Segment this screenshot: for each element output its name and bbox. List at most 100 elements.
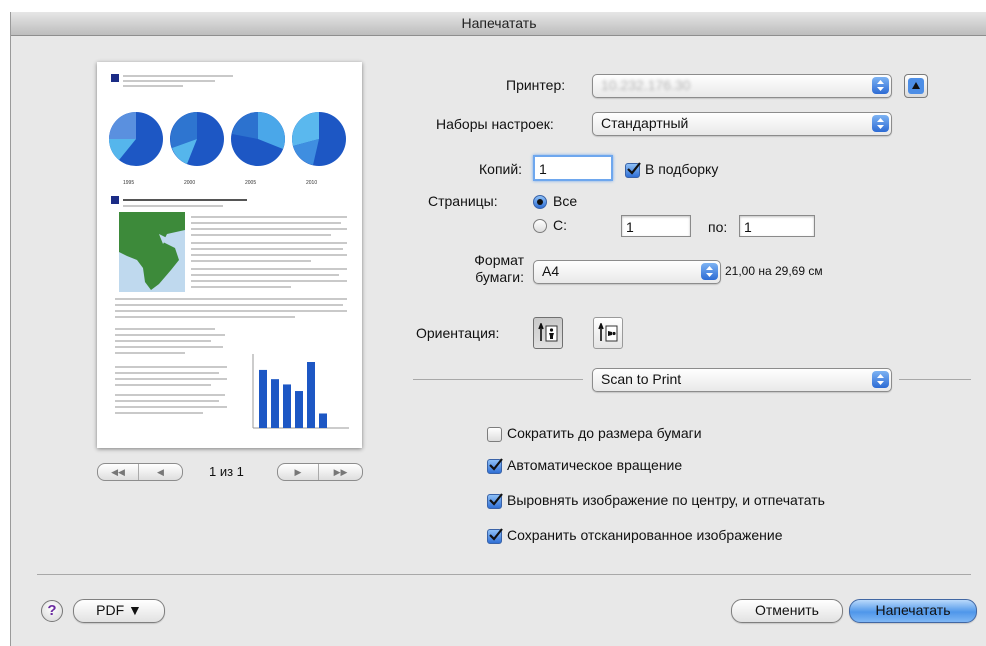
auto-rotate-checkbox[interactable] <box>487 458 503 474</box>
preview-map-shape <box>119 212 185 290</box>
preview-text-line <box>191 228 347 230</box>
preview-map-image <box>119 212 185 292</box>
preview-text-line <box>191 286 291 288</box>
collapse-details-button[interactable] <box>904 74 928 98</box>
portrait-icon <box>538 323 558 342</box>
preview-text-line <box>123 80 215 82</box>
printer-label: Принтер: <box>506 77 566 93</box>
checkmark-icon <box>627 162 641 175</box>
preview-pie-charts <box>108 112 346 166</box>
stepper-arrows-icon <box>872 115 889 132</box>
settings-section-value: Scan to Print <box>601 371 682 387</box>
preview-pie <box>292 112 346 166</box>
print-dialog: Напечатать 1995 2000 2005 2010 ◀◀ ◀ 1 из… <box>10 12 986 646</box>
footer-divider <box>37 574 971 575</box>
collate-label: В подборку <box>645 161 719 177</box>
pages-range-radio[interactable] <box>533 219 547 233</box>
preview-bars <box>259 362 327 428</box>
page-indicator: 1 из 1 <box>209 464 244 479</box>
preview-bar <box>307 362 315 428</box>
preview-rule <box>123 199 247 201</box>
preview-text-line <box>115 406 227 408</box>
preview-text-line <box>115 346 223 348</box>
pdf-menu-button[interactable]: PDF ▼ <box>73 599 165 623</box>
pages-to-input[interactable]: 1 <box>739 215 815 237</box>
preview-bar <box>271 379 279 428</box>
section-divider-right <box>899 379 971 380</box>
preview-pie <box>108 112 163 166</box>
checkmark-icon <box>489 493 503 506</box>
preview-text-line <box>191 248 343 250</box>
landscape-icon <box>598 323 618 342</box>
orientation-label: Ориентация: <box>416 325 500 341</box>
triangle-up-icon <box>908 78 924 94</box>
pages-to-label: по: <box>708 219 728 235</box>
preview-text-line <box>115 352 185 354</box>
preview-pie <box>170 112 224 166</box>
preview-text-line <box>115 378 227 380</box>
stepper-arrows-icon <box>872 77 889 94</box>
preview-text-line <box>123 205 223 207</box>
pages-from-input[interactable]: 1 <box>621 215 691 237</box>
presets-label: Наборы настроек: <box>436 116 554 132</box>
preview-text-line <box>115 334 225 336</box>
preview-text-line <box>115 372 219 374</box>
preview-bar-chart <box>252 354 349 429</box>
print-button[interactable]: Напечатать <box>849 599 977 623</box>
preview-bar <box>259 369 267 428</box>
preview-text-line <box>115 316 295 318</box>
last-page-button[interactable]: ▶▶ <box>319 464 362 480</box>
preview-text-line <box>115 412 203 414</box>
preview-text-line <box>191 234 331 236</box>
center-image-checkbox[interactable] <box>487 493 503 509</box>
preview-pie-label: 1995 <box>123 180 135 186</box>
preview-bar <box>283 384 291 428</box>
copies-input[interactable]: 1 <box>533 155 613 181</box>
preview-text-line <box>115 400 219 402</box>
paper-size-label: Формат бумаги: <box>461 252 524 286</box>
portrait-orientation-button[interactable] <box>533 317 563 349</box>
preview-text-line <box>115 394 225 396</box>
preview-bar <box>295 391 303 428</box>
preview-text-line <box>191 274 339 276</box>
printer-select[interactable]: 10.232.176.30 <box>592 74 892 98</box>
preview-text-line <box>191 268 347 270</box>
preview-text-line <box>115 298 347 300</box>
previous-page-button[interactable]: ◀ <box>139 464 182 480</box>
printer-value: 10.232.176.30 <box>601 77 691 93</box>
presets-select[interactable]: Стандартный <box>592 112 892 136</box>
first-page-button[interactable]: ◀◀ <box>98 464 139 480</box>
preview-pie-label: 2000 <box>184 180 196 186</box>
preview-text-line <box>191 216 347 218</box>
help-icon[interactable]: ? <box>41 600 63 622</box>
paper-dimensions: 21,00 на 29,69 см <box>725 264 823 278</box>
preview-text-line <box>115 310 347 312</box>
preview-text-line <box>123 85 183 87</box>
copies-label: Копий: <box>479 161 523 177</box>
preview-text-line <box>115 384 211 386</box>
pages-all-radio[interactable] <box>533 195 547 209</box>
preview-text-line <box>191 222 341 224</box>
checkmark-icon <box>489 528 503 541</box>
save-scan-checkbox[interactable] <box>487 528 503 544</box>
preview-text-line <box>115 340 211 342</box>
preview-pie <box>231 112 285 166</box>
preview-nav-forward-group: ▶ ▶▶ <box>277 463 363 481</box>
shrink-to-paper-checkbox[interactable] <box>487 427 502 442</box>
preview-bar <box>319 413 327 428</box>
preview-heading-marker <box>111 196 119 204</box>
auto-rotate-label: Автоматическое вращение <box>507 457 683 473</box>
landscape-orientation-button[interactable] <box>593 317 623 349</box>
collate-checkbox[interactable] <box>625 162 641 178</box>
shrink-to-paper-label: Сократить до размера бумаги <box>507 425 702 441</box>
save-scan-label: Сохранить отсканированное изображение <box>507 527 783 543</box>
presets-value: Стандартный <box>601 115 689 131</box>
cancel-button[interactable]: Отменить <box>731 599 843 623</box>
stepper-arrows-icon <box>872 371 889 388</box>
preview-text-line <box>191 280 347 282</box>
next-page-button[interactable]: ▶ <box>278 464 319 480</box>
paper-size-value: A4 <box>542 263 560 279</box>
stepper-arrows-icon <box>701 263 718 280</box>
settings-section-select[interactable]: Scan to Print <box>592 368 892 392</box>
paper-size-select[interactable]: A4 <box>533 260 721 284</box>
